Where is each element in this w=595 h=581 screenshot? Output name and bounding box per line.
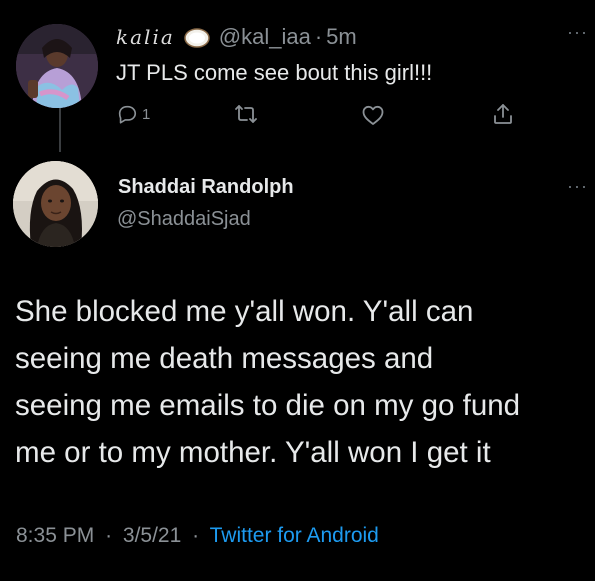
- reply-display-name[interactable]: kalia: [116, 25, 175, 49]
- tweet-time[interactable]: 8:35 PM: [16, 524, 94, 547]
- main-author-handle[interactable]: @ShaddaiSjad: [117, 208, 251, 231]
- coconut-emoji: [183, 25, 211, 49]
- share-button[interactable]: [492, 102, 514, 126]
- reply-author-avatar[interactable]: [16, 24, 98, 108]
- tweet-metadata: 8:35 PM · 3/5/21 · Twitter for Android: [16, 524, 379, 548]
- main-tweet-line: me or to my mother. Y'all won I get it: [15, 436, 491, 469]
- retweet-button[interactable]: [234, 103, 258, 125]
- like-button[interactable]: [361, 104, 385, 126]
- reply-icon: [116, 103, 138, 125]
- reply-text: JT PLS come see bout this girl!!!: [116, 60, 433, 85]
- share-icon: [492, 102, 514, 126]
- tweet-screenshot: { "reply": { "display_name": "kalia", "h…: [0, 0, 595, 581]
- main-author-name[interactable]: Shaddai Randolph: [118, 176, 294, 199]
- main-tweet-line: seeing me emails to die on my go fund: [15, 389, 521, 422]
- main-author-avatar[interactable]: [13, 161, 98, 247]
- reply-handle[interactable]: @kal_iaa: [219, 24, 311, 50]
- reply-time[interactable]: 5m: [326, 24, 357, 50]
- main-tweet-line: seeing me death messages and: [15, 342, 434, 375]
- reply-header: kalia @kal_iaa · 5m: [116, 22, 357, 52]
- thread-connector-line: [59, 108, 61, 152]
- tweet-source-link[interactable]: Twitter for Android: [210, 524, 379, 547]
- more-icon[interactable]: ···: [567, 22, 588, 43]
- main-tweet-line: She blocked me y'all won. Y'all can: [15, 295, 474, 328]
- reply-button[interactable]: 1: [116, 103, 150, 125]
- more-icon[interactable]: ···: [567, 176, 588, 197]
- meta-separator: ·: [192, 524, 200, 547]
- retweet-icon: [234, 103, 258, 125]
- tweet-date[interactable]: 3/5/21: [123, 524, 181, 547]
- main-tweet-text: She blocked me y'all won. Y'all can seei…: [15, 288, 595, 476]
- like-icon: [361, 104, 385, 126]
- meta-separator: ·: [105, 524, 113, 547]
- reply-count: 1: [142, 105, 151, 123]
- reply-separator: ·: [314, 24, 323, 49]
